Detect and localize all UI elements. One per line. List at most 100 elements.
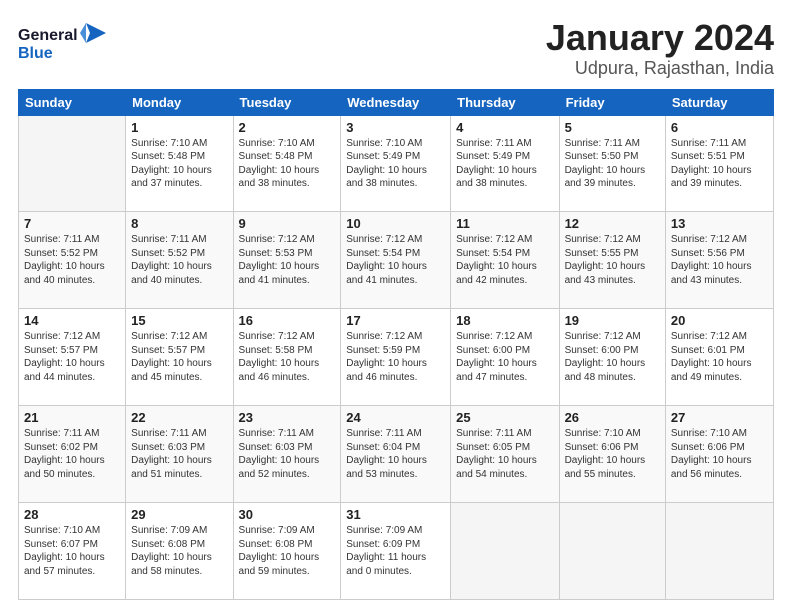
header-thursday: Thursday <box>451 89 559 115</box>
day-number: 25 <box>456 410 553 425</box>
header-monday: Monday <box>126 89 233 115</box>
calendar-cell: 11 Sunrise: 7:12 AM Sunset: 5:54 PM Dayli… <box>451 212 559 309</box>
day-info: Sunrise: 7:12 AM Sunset: 6:00 PM Dayligh… <box>456 330 553 384</box>
day-number: 30 <box>239 507 336 522</box>
calendar-cell: 2 Sunrise: 7:10 AM Sunset: 5:48 PM Daylig… <box>233 115 341 212</box>
calendar-cell: 31 Sunrise: 7:09 AM Sunset: 6:09 PM Dayli… <box>341 503 451 600</box>
calendar-cell: 29Sunrise: 7:09 AM Sunset: 6:08 PM Dayli… <box>126 503 233 600</box>
calendar-week-2: 14Sunrise: 7:12 AM Sunset: 5:57 PM Dayli… <box>19 309 774 406</box>
day-number: 11 <box>456 216 553 231</box>
day-info: Sunrise: 7:12 AM Sunset: 5:54 PM Dayligh… <box>346 233 445 287</box>
day-info: Sunrise: 7:10 AM Sunset: 6:06 PM Dayligh… <box>565 427 660 481</box>
day-number: 27 <box>671 410 768 425</box>
title-block: January 2024 Udpura, Rajasthan, India <box>546 18 774 79</box>
day-info: Sunrise: 7:12 AM Sunset: 6:01 PM Dayligh… <box>671 330 768 384</box>
day-info: Sunrise: 7:12 AM Sunset: 5:59 PM Dayligh… <box>346 330 445 384</box>
day-info: Sunrise: 7:12 AM Sunset: 5:54 PM Dayligh… <box>456 233 553 287</box>
day-info: Sunrise: 7:11 AM Sunset: 6:05 PM Dayligh… <box>456 427 553 481</box>
day-info: Sunrise: 7:10 AM Sunset: 5:49 PM Dayligh… <box>346 137 445 191</box>
day-info: Sunrise: 7:11 AM Sunset: 6:03 PM Dayligh… <box>131 427 227 481</box>
calendar-cell: 30Sunrise: 7:09 AM Sunset: 6:08 PM Dayli… <box>233 503 341 600</box>
page: General Blue January 2024 Udpura, Rajast… <box>0 0 792 612</box>
day-info: Sunrise: 7:10 AM Sunset: 5:48 PM Dayligh… <box>131 137 227 191</box>
day-info: Sunrise: 7:12 AM Sunset: 5:56 PM Dayligh… <box>671 233 768 287</box>
calendar-cell: 17 Sunrise: 7:12 AM Sunset: 5:59 PM Dayli… <box>341 309 451 406</box>
day-number: 5 <box>565 120 660 135</box>
header-tuesday: Tuesday <box>233 89 341 115</box>
calendar-cell: 4Sunrise: 7:11 AM Sunset: 5:49 PM Daylig… <box>451 115 559 212</box>
calendar-cell: 25 Sunrise: 7:11 AM Sunset: 6:05 PM Dayli… <box>451 406 559 503</box>
day-info: Sunrise: 7:11 AM Sunset: 5:49 PM Dayligh… <box>456 137 553 191</box>
day-number: 20 <box>671 313 768 328</box>
day-number: 21 <box>24 410 120 425</box>
calendar-week-3: 21 Sunrise: 7:11 AM Sunset: 6:02 PM Dayli… <box>19 406 774 503</box>
day-info: Sunrise: 7:12 AM Sunset: 5:57 PM Dayligh… <box>131 330 227 384</box>
calendar-cell: 20 Sunrise: 7:12 AM Sunset: 6:01 PM Dayli… <box>665 309 773 406</box>
svg-text:General: General <box>18 27 78 44</box>
calendar-cell: 10 Sunrise: 7:12 AM Sunset: 5:54 PM Dayli… <box>341 212 451 309</box>
calendar-cell <box>19 115 126 212</box>
day-number: 9 <box>239 216 336 231</box>
header-wednesday: Wednesday <box>341 89 451 115</box>
day-info: Sunrise: 7:11 AM Sunset: 5:51 PM Dayligh… <box>671 137 768 191</box>
day-number: 15 <box>131 313 227 328</box>
day-number: 16 <box>239 313 336 328</box>
calendar-cell: 27Sunrise: 7:10 AM Sunset: 6:06 PM Dayli… <box>665 406 773 503</box>
calendar-cell: 14Sunrise: 7:12 AM Sunset: 5:57 PM Dayli… <box>19 309 126 406</box>
day-info: Sunrise: 7:10 AM Sunset: 6:07 PM Dayligh… <box>24 524 120 578</box>
day-number: 22 <box>131 410 227 425</box>
logo-image: General Blue <box>18 18 108 68</box>
calendar-cell <box>665 503 773 600</box>
day-number: 18 <box>456 313 553 328</box>
calendar-cell: 28Sunrise: 7:10 AM Sunset: 6:07 PM Dayli… <box>19 503 126 600</box>
day-number: 2 <box>239 120 336 135</box>
logo: General Blue <box>18 18 108 68</box>
day-info: Sunrise: 7:09 AM Sunset: 6:08 PM Dayligh… <box>131 524 227 578</box>
calendar-cell: 18 Sunrise: 7:12 AM Sunset: 6:00 PM Dayli… <box>451 309 559 406</box>
day-number: 6 <box>671 120 768 135</box>
calendar-cell: 19Sunrise: 7:12 AM Sunset: 6:00 PM Dayli… <box>559 309 665 406</box>
calendar-header-row: SundayMondayTuesdayWednesdayThursdayFrid… <box>19 89 774 115</box>
day-info: Sunrise: 7:10 AM Sunset: 5:48 PM Dayligh… <box>239 137 336 191</box>
day-number: 1 <box>131 120 227 135</box>
page-title: January 2024 <box>546 18 774 58</box>
calendar-cell: 7 Sunrise: 7:11 AM Sunset: 5:52 PM Daylig… <box>19 212 126 309</box>
calendar-cell: 5 Sunrise: 7:11 AM Sunset: 5:50 PM Daylig… <box>559 115 665 212</box>
calendar-cell: 13 Sunrise: 7:12 AM Sunset: 5:56 PM Dayli… <box>665 212 773 309</box>
calendar-table: SundayMondayTuesdayWednesdayThursdayFrid… <box>18 89 774 600</box>
day-info: Sunrise: 7:12 AM Sunset: 6:00 PM Dayligh… <box>565 330 660 384</box>
day-number: 10 <box>346 216 445 231</box>
day-number: 12 <box>565 216 660 231</box>
day-info: Sunrise: 7:11 AM Sunset: 5:52 PM Dayligh… <box>24 233 120 287</box>
header-friday: Friday <box>559 89 665 115</box>
day-info: Sunrise: 7:09 AM Sunset: 6:09 PM Dayligh… <box>346 524 445 578</box>
day-info: Sunrise: 7:12 AM Sunset: 5:53 PM Dayligh… <box>239 233 336 287</box>
day-number: 26 <box>565 410 660 425</box>
calendar-cell: 6 Sunrise: 7:11 AM Sunset: 5:51 PM Daylig… <box>665 115 773 212</box>
day-info: Sunrise: 7:11 AM Sunset: 5:50 PM Dayligh… <box>565 137 660 191</box>
calendar-week-1: 7 Sunrise: 7:11 AM Sunset: 5:52 PM Daylig… <box>19 212 774 309</box>
calendar-week-0: 1 Sunrise: 7:10 AM Sunset: 5:48 PM Daylig… <box>19 115 774 212</box>
day-number: 24 <box>346 410 445 425</box>
day-number: 17 <box>346 313 445 328</box>
header-saturday: Saturday <box>665 89 773 115</box>
day-number: 13 <box>671 216 768 231</box>
header: General Blue January 2024 Udpura, Rajast… <box>18 18 774 79</box>
day-info: Sunrise: 7:11 AM Sunset: 6:03 PM Dayligh… <box>239 427 336 481</box>
day-info: Sunrise: 7:12 AM Sunset: 5:57 PM Dayligh… <box>24 330 120 384</box>
page-subtitle: Udpura, Rajasthan, India <box>546 58 774 79</box>
day-number: 3 <box>346 120 445 135</box>
calendar-cell: 26 Sunrise: 7:10 AM Sunset: 6:06 PM Dayli… <box>559 406 665 503</box>
calendar-cell: 1 Sunrise: 7:10 AM Sunset: 5:48 PM Daylig… <box>126 115 233 212</box>
day-info: Sunrise: 7:12 AM Sunset: 5:55 PM Dayligh… <box>565 233 660 287</box>
day-info: Sunrise: 7:11 AM Sunset: 5:52 PM Dayligh… <box>131 233 227 287</box>
calendar-cell <box>451 503 559 600</box>
calendar-cell: 23Sunrise: 7:11 AM Sunset: 6:03 PM Dayli… <box>233 406 341 503</box>
day-number: 8 <box>131 216 227 231</box>
calendar-cell: 16Sunrise: 7:12 AM Sunset: 5:58 PM Dayli… <box>233 309 341 406</box>
day-number: 31 <box>346 507 445 522</box>
day-info: Sunrise: 7:11 AM Sunset: 6:02 PM Dayligh… <box>24 427 120 481</box>
calendar-cell: 15 Sunrise: 7:12 AM Sunset: 5:57 PM Dayli… <box>126 309 233 406</box>
day-number: 7 <box>24 216 120 231</box>
calendar-cell: 22 Sunrise: 7:11 AM Sunset: 6:03 PM Dayli… <box>126 406 233 503</box>
